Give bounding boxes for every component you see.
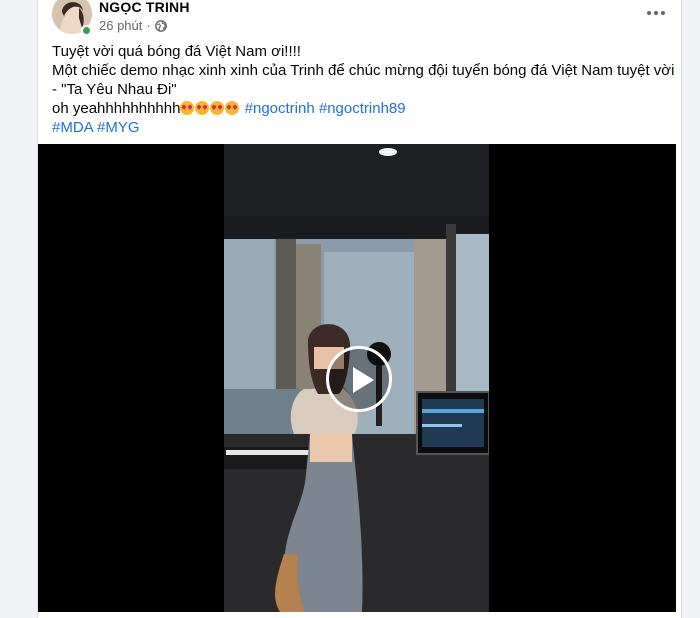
video-controls [38,584,676,612]
more-options-icon [647,11,651,15]
hashtag-link[interactable]: #MYG [97,119,140,136]
post-text: Tuyệt vời quá bóng đá Việt Nam ơi!!!! Mộ… [52,42,675,137]
heart-eyes-emoji [195,101,210,115]
author-name[interactable]: NGỌC TRINH [99,0,190,15]
post-timestamp[interactable]: 26 phút [99,18,142,33]
post-line-3: - "Ta Yêu Nhau Đi" [52,81,177,98]
post-line-4: oh yeahhhhhhhhhh #ngoctrinh #ngoctrinh89 [52,99,672,118]
meta-separator: · [146,18,151,33]
hashtag-link[interactable]: #ngoctrinh [245,100,315,117]
smiling-face-with-hearts-emoji [210,101,225,115]
play-button[interactable] [326,346,392,412]
video-player[interactable] [38,144,676,612]
post-meta: 26 phút · [99,18,167,33]
online-status-dot [81,25,92,36]
post-line-5: #MDA #MYG [52,118,672,137]
globe-icon[interactable] [154,19,167,32]
post-line-4-text: oh yeahhhhhhhhhh [52,100,181,117]
heart-eyes-emoji [180,101,195,115]
play-icon [353,367,374,393]
post-line-2: Một chiếc demo nhạc xinh xinh của Trinh … [52,62,675,79]
post-header: NGỌC TRINH 26 phút · [52,0,672,40]
hashtag-link[interactable]: #ngoctrinh89 [319,100,406,117]
hashtag-link[interactable]: #MDA [52,119,93,136]
more-options-dot [654,11,658,15]
post-line-1: Tuyệt vời quá bóng đá Việt Nam ơi!!!! [52,43,301,60]
more-options-dot [661,11,665,15]
more-options-button[interactable] [644,4,668,22]
smiling-face-with-hearts-emoji [225,101,240,115]
